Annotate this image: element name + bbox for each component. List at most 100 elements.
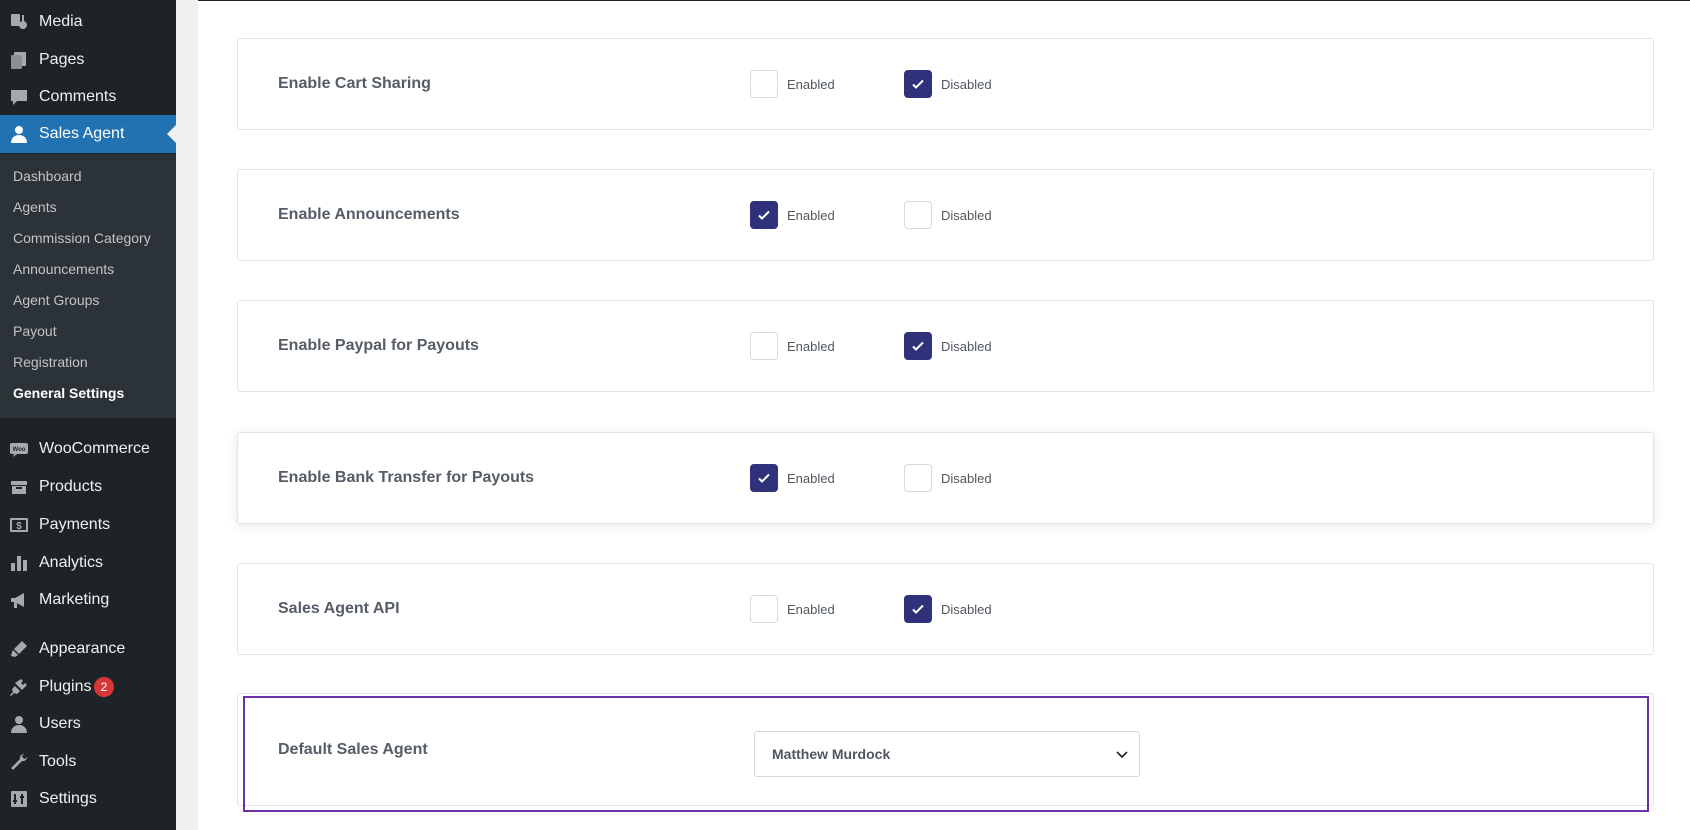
menu-item-tools[interactable]: Tools bbox=[0, 744, 176, 780]
disabled-checkbox[interactable] bbox=[904, 201, 932, 229]
menu-item-analytics[interactable]: Analytics bbox=[0, 545, 176, 581]
menu-label: Marketing bbox=[39, 591, 110, 608]
option-label: Disabled bbox=[941, 470, 992, 486]
option-disabled[interactable]: Disabled bbox=[904, 595, 992, 623]
menu-label: Tools bbox=[39, 753, 77, 770]
checkmark-icon bbox=[758, 210, 770, 220]
checkmark-icon bbox=[912, 604, 924, 614]
payments-icon: $ bbox=[8, 514, 30, 536]
option-label: Disabled bbox=[941, 338, 992, 354]
svg-text:$: $ bbox=[16, 521, 22, 532]
enabled-checkbox[interactable] bbox=[750, 332, 778, 360]
option-label: Enabled bbox=[787, 601, 835, 617]
disabled-checkbox[interactable] bbox=[904, 70, 932, 98]
plugins-update-badge: 2 bbox=[94, 677, 114, 697]
option-label: Disabled bbox=[941, 76, 992, 92]
select-value: Matthew Murdock bbox=[772, 746, 891, 762]
menu-item-users[interactable]: Users bbox=[0, 706, 176, 742]
setting-title: Enable Bank Transfer for Payouts bbox=[278, 469, 535, 486]
menu-item-marketing[interactable]: Marketing bbox=[0, 582, 176, 618]
setting-card-announcements: Enable Announcements Enabled Disabled bbox=[237, 169, 1654, 261]
option-enabled[interactable]: Enabled bbox=[750, 332, 835, 360]
menu-item-settings[interactable]: Settings bbox=[0, 781, 176, 817]
checkmark-icon bbox=[912, 341, 924, 351]
sales-agent-submenu: Dashboard Agents Commission Category Ann… bbox=[0, 154, 176, 418]
setting-card-default-sales-agent: Default Sales Agent Matthew Murdock bbox=[237, 693, 1654, 806]
setting-title: Enable Cart Sharing bbox=[278, 75, 431, 92]
disabled-checkbox[interactable] bbox=[904, 464, 932, 492]
menu-label: Products bbox=[39, 478, 103, 495]
setting-title: Sales Agent API bbox=[278, 600, 400, 617]
enabled-checkbox[interactable] bbox=[750, 70, 778, 98]
products-icon bbox=[8, 476, 30, 498]
option-disabled[interactable]: Disabled bbox=[904, 464, 992, 492]
setting-card-bank-transfer-payouts: Enable Bank Transfer for Payouts Enabled… bbox=[237, 432, 1654, 524]
submenu-item-dashboard[interactable]: Dashboard bbox=[13, 166, 82, 186]
content-gutter bbox=[176, 0, 198, 830]
setting-title: Default Sales Agent bbox=[278, 740, 428, 758]
menu-item-pages[interactable]: Pages bbox=[0, 42, 176, 78]
menu-label: Appearance bbox=[39, 640, 126, 657]
enabled-checkbox[interactable] bbox=[750, 201, 778, 229]
menu-label: Pages bbox=[39, 51, 85, 68]
menu-label: Media bbox=[39, 13, 83, 30]
menu-item-products[interactable]: Products bbox=[0, 469, 176, 505]
submenu-item-agent-groups[interactable]: Agent Groups bbox=[13, 290, 99, 310]
submenu-item-payout[interactable]: Payout bbox=[13, 321, 57, 341]
menu-label: Sales Agent bbox=[39, 125, 125, 142]
tools-icon bbox=[8, 751, 30, 773]
submenu-item-announcements[interactable]: Announcements bbox=[13, 259, 114, 279]
option-label: Enabled bbox=[787, 470, 835, 486]
option-label: Enabled bbox=[787, 76, 835, 92]
setting-title: Enable Announcements bbox=[278, 206, 460, 223]
menu-item-plugins[interactable]: Plugins 2 bbox=[0, 669, 176, 705]
submenu-item-commission-category[interactable]: Commission Category bbox=[13, 228, 151, 248]
option-label: Enabled bbox=[787, 338, 835, 354]
menu-item-media[interactable]: Media bbox=[0, 4, 176, 40]
option-disabled[interactable]: Disabled bbox=[904, 332, 992, 360]
admin-sidebar: Media Pages Comments Sales Agent Dashboa… bbox=[0, 0, 176, 830]
option-disabled[interactable]: Disabled bbox=[904, 201, 992, 229]
setting-title: Enable Paypal for Payouts bbox=[278, 337, 479, 354]
checkmark-icon bbox=[912, 79, 924, 89]
default-sales-agent-select[interactable]: Matthew Murdock bbox=[754, 731, 1140, 777]
menu-label: Settings bbox=[39, 790, 97, 807]
option-label: Disabled bbox=[941, 207, 992, 223]
submenu-item-agents[interactable]: Agents bbox=[13, 197, 57, 217]
menu-item-appearance[interactable]: Appearance bbox=[0, 631, 176, 667]
menu-label: Users bbox=[39, 715, 81, 732]
option-disabled[interactable]: Disabled bbox=[904, 70, 992, 98]
option-enabled[interactable]: Enabled bbox=[750, 595, 835, 623]
menu-label: Payments bbox=[39, 516, 111, 533]
menu-label: Comments bbox=[39, 88, 117, 105]
setting-card-sales-agent-api: Sales Agent API Enabled Disabled bbox=[237, 563, 1654, 655]
analytics-icon bbox=[8, 552, 30, 574]
menu-label: Analytics bbox=[39, 554, 104, 571]
comments-icon bbox=[8, 86, 30, 108]
users-icon bbox=[8, 713, 30, 735]
plugins-icon bbox=[8, 676, 30, 698]
disabled-checkbox[interactable] bbox=[904, 332, 932, 360]
option-label: Enabled bbox=[787, 207, 835, 223]
option-enabled[interactable]: Enabled bbox=[750, 464, 835, 492]
chevron-down-icon bbox=[1116, 751, 1128, 759]
current-menu-arrow bbox=[167, 125, 176, 143]
user-icon bbox=[8, 123, 30, 145]
option-enabled[interactable]: Enabled bbox=[750, 201, 835, 229]
media-icon bbox=[8, 11, 30, 33]
marketing-icon bbox=[8, 589, 30, 611]
submenu-item-general-settings[interactable]: General Settings bbox=[13, 383, 124, 403]
enabled-checkbox[interactable] bbox=[750, 464, 778, 492]
setting-card-cart-sharing: Enable Cart Sharing Enabled Disabled bbox=[237, 38, 1654, 130]
submenu-item-registration[interactable]: Registration bbox=[13, 352, 88, 372]
menu-item-payments[interactable]: $ Payments bbox=[0, 507, 176, 543]
disabled-checkbox[interactable] bbox=[904, 595, 932, 623]
svg-text:Woo: Woo bbox=[13, 447, 26, 453]
woocommerce-icon: Woo bbox=[8, 438, 30, 460]
menu-item-sales-agent[interactable]: Sales Agent bbox=[0, 115, 176, 153]
option-enabled[interactable]: Enabled bbox=[750, 70, 835, 98]
menu-item-woocommerce[interactable]: Woo WooCommerce bbox=[0, 431, 176, 467]
menu-item-comments[interactable]: Comments bbox=[0, 79, 176, 115]
option-label: Disabled bbox=[941, 601, 992, 617]
enabled-checkbox[interactable] bbox=[750, 595, 778, 623]
